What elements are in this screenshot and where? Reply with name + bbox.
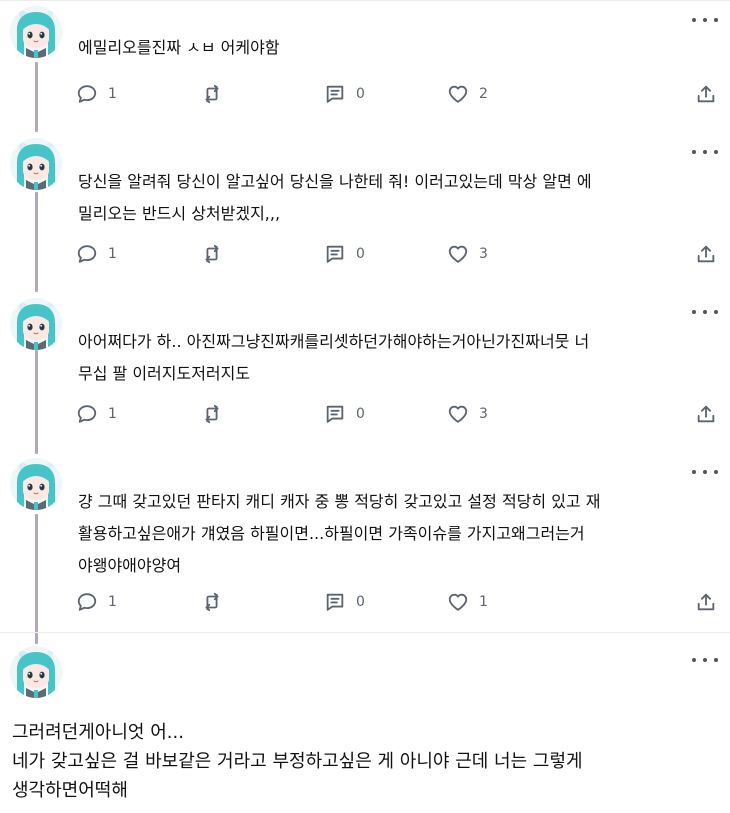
like-count: 3 xyxy=(479,406,488,422)
post-actions: 1 0 1 xyxy=(0,590,730,614)
more-dots-icon xyxy=(692,310,696,314)
avatar[interactable] xyxy=(10,6,62,58)
more-dots-icon xyxy=(692,658,696,662)
quote-button[interactable]: 0 xyxy=(324,82,365,106)
speech-bubble-icon xyxy=(76,243,98,265)
like-button[interactable]: 3 xyxy=(447,242,488,266)
reply-button[interactable]: 1 xyxy=(76,590,117,614)
post-text: 당신을 알려줘 당신이 알고싶어 당신을 나한테 줘! 이러고있는데 막상 알면… xyxy=(78,172,592,223)
quote-box-icon xyxy=(324,83,346,105)
repost-arrows-icon xyxy=(201,83,223,105)
like-button[interactable]: 2 xyxy=(447,82,488,106)
quote-count: 0 xyxy=(356,594,365,610)
top-divider xyxy=(0,0,730,1)
quote-box-icon xyxy=(324,591,346,613)
share-upload-icon xyxy=(695,83,717,105)
reply-button[interactable]: 1 xyxy=(76,242,117,266)
reply-count: 1 xyxy=(108,594,117,610)
speech-bubble-icon xyxy=(76,83,98,105)
post-text: 아어쩌다가 하.. 아진짜그냥진짜캐를리셋하던가해야하는거아닌가진짜너뭇 너 무… xyxy=(78,332,590,383)
share-button[interactable] xyxy=(695,82,717,106)
quote-box-icon xyxy=(324,243,346,265)
reply-count: 1 xyxy=(108,246,117,262)
speech-bubble-icon xyxy=(76,403,98,425)
more-dots-icon xyxy=(692,150,696,154)
quote-count: 0 xyxy=(356,406,365,422)
like-count: 2 xyxy=(479,86,488,102)
share-button[interactable] xyxy=(695,402,717,426)
more-options-button[interactable] xyxy=(692,305,718,319)
quote-button[interactable]: 0 xyxy=(324,242,365,266)
post-actions: 1 0 3 xyxy=(0,242,730,266)
post-text: 에밀리오를진짜 ㅅㅂ 어케야함 xyxy=(78,38,280,57)
repost-button[interactable] xyxy=(201,242,223,266)
post-actions: 1 0 2 xyxy=(0,82,730,106)
post-actions: 1 0 3 xyxy=(0,402,730,426)
thread-divider xyxy=(0,632,730,633)
share-upload-icon xyxy=(695,591,717,613)
focused-post-text: 그러려던게아니엇 어... 네가 갖고싶은 걸 바보같은 거라고 부정하고싶은 … xyxy=(12,722,583,801)
share-upload-icon xyxy=(695,403,717,425)
quote-button[interactable]: 0 xyxy=(324,402,365,426)
share-button[interactable] xyxy=(695,242,717,266)
speech-bubble-icon xyxy=(76,591,98,613)
like-button[interactable]: 1 xyxy=(447,590,488,614)
more-options-button[interactable] xyxy=(692,145,718,159)
heart-icon xyxy=(447,591,469,613)
more-dots-icon xyxy=(692,470,696,474)
avatar[interactable] xyxy=(10,458,62,510)
heart-icon xyxy=(447,83,469,105)
quote-button[interactable]: 0 xyxy=(324,590,365,614)
avatar[interactable] xyxy=(10,298,62,350)
quote-box-icon xyxy=(324,403,346,425)
share-upload-icon xyxy=(695,243,717,265)
repost-arrows-icon xyxy=(201,403,223,425)
heart-icon xyxy=(447,403,469,425)
avatar[interactable] xyxy=(10,646,62,698)
share-button[interactable] xyxy=(695,590,717,614)
like-count: 1 xyxy=(479,594,488,610)
like-count: 3 xyxy=(479,246,488,262)
thread-line xyxy=(35,514,38,644)
like-button[interactable]: 3 xyxy=(447,402,488,426)
repost-button[interactable] xyxy=(201,402,223,426)
post-text: 걍 그때 갖고있던 판타지 캐디 캐자 중 뽕 적당히 갖고있고 설정 적당히 … xyxy=(78,492,601,575)
more-options-button[interactable] xyxy=(692,465,718,479)
repost-button[interactable] xyxy=(201,82,223,106)
repost-button[interactable] xyxy=(201,590,223,614)
reply-count: 1 xyxy=(108,86,117,102)
repost-arrows-icon xyxy=(201,591,223,613)
quote-count: 0 xyxy=(356,246,365,262)
more-options-button[interactable] xyxy=(692,13,718,27)
heart-icon xyxy=(447,243,469,265)
reply-count: 1 xyxy=(108,406,117,422)
more-options-button[interactable] xyxy=(692,653,718,667)
quote-count: 0 xyxy=(356,86,365,102)
reply-button[interactable]: 1 xyxy=(76,82,117,106)
more-dots-icon xyxy=(692,18,696,22)
reply-button[interactable]: 1 xyxy=(76,402,117,426)
avatar[interactable] xyxy=(10,138,62,190)
repost-arrows-icon xyxy=(201,243,223,265)
